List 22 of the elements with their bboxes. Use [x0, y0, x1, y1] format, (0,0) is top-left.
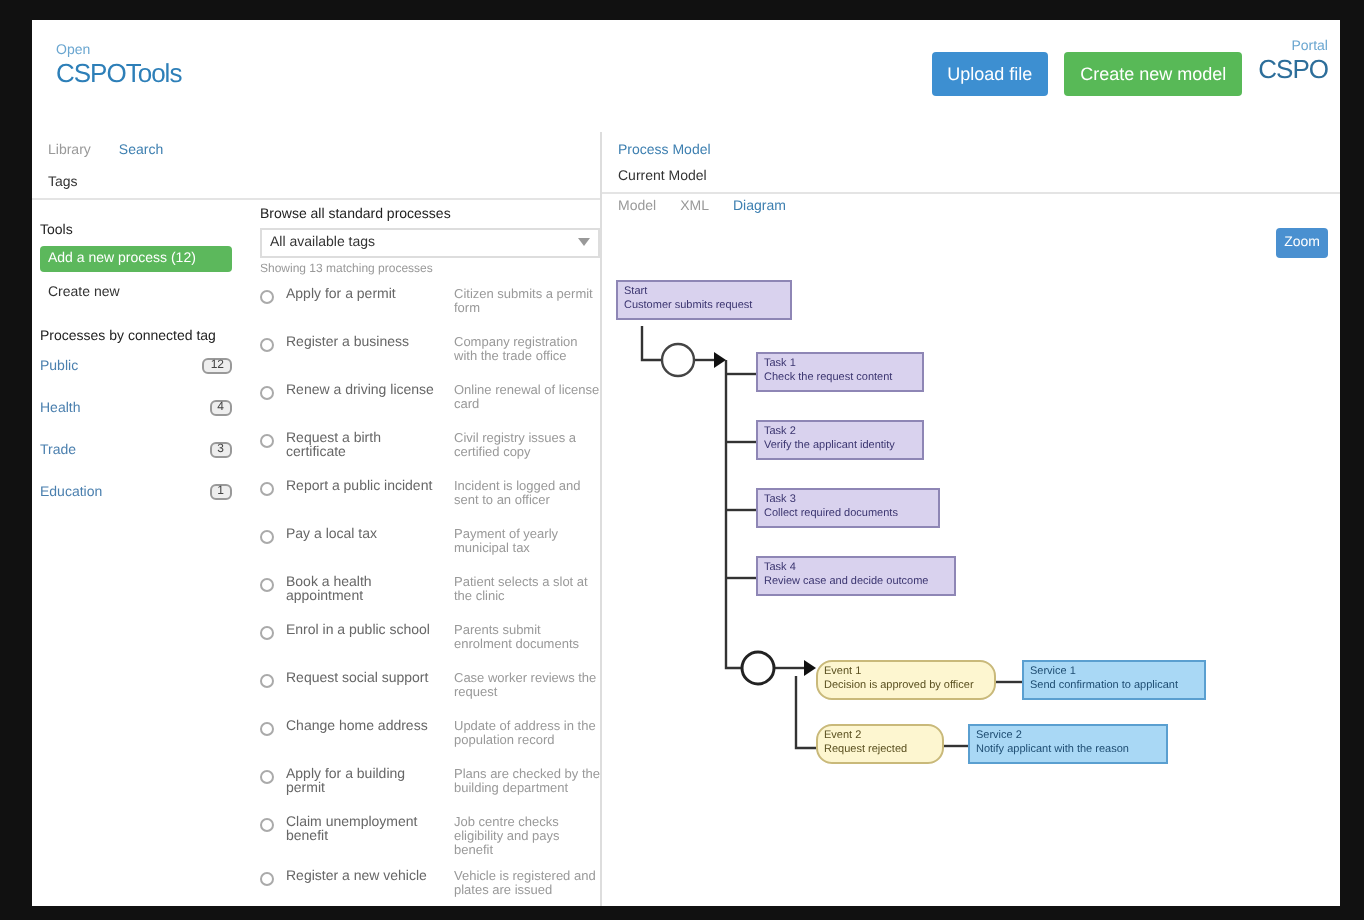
gateway-icon	[660, 342, 696, 378]
connector-line	[996, 680, 1022, 684]
radio-button[interactable]	[260, 530, 274, 544]
radio-button[interactable]	[260, 626, 274, 640]
radio-button[interactable]	[260, 674, 274, 688]
upload-button[interactable]: Upload file	[931, 52, 1049, 96]
radio-button[interactable]	[260, 578, 274, 592]
connector-line	[640, 326, 662, 362]
logo-text: CSPO	[1258, 54, 1328, 84]
radio-button[interactable]	[260, 290, 274, 304]
caret-icon	[578, 236, 590, 250]
radio-button[interactable]	[260, 872, 274, 886]
radio-button[interactable]	[260, 818, 274, 832]
gateway-icon	[740, 650, 776, 686]
radio-button[interactable]	[260, 722, 274, 736]
logo-text: CSPOTools	[56, 58, 182, 88]
radio-button[interactable]	[260, 482, 274, 496]
radio-button[interactable]	[260, 434, 274, 448]
radio-button[interactable]	[260, 338, 274, 352]
connector-line	[944, 744, 968, 748]
radio-button[interactable]	[260, 386, 274, 400]
radio-button[interactable]	[260, 770, 274, 784]
